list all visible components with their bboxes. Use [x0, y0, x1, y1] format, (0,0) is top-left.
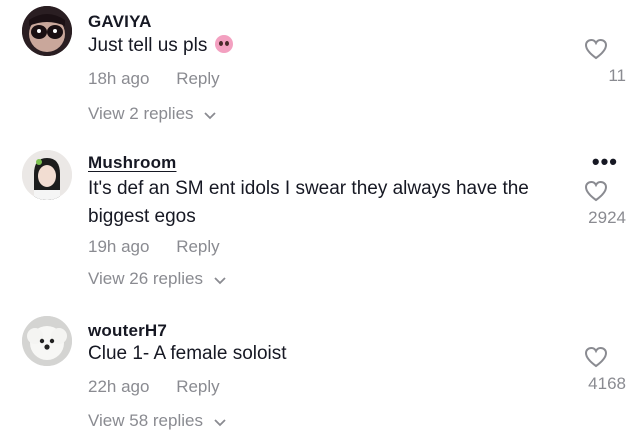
comment-username[interactable]: wouterH7 — [88, 321, 167, 341]
heart-icon — [584, 38, 608, 60]
comment-wouterh7: wouterH7 Clue 1- A female soloist 22h ag… — [0, 300, 640, 430]
comment-username[interactable]: GAVIYA — [88, 12, 152, 32]
reply-button[interactable]: Reply — [176, 377, 219, 396]
like-count: 2924 — [588, 208, 626, 227]
comment-body: It's def an SM ent idols I swear they al… — [88, 178, 529, 227]
comment-meta: 18h ago Reply — [88, 69, 220, 89]
reply-button[interactable]: Reply — [176, 69, 219, 88]
comment-username[interactable]: Mushroom — [88, 153, 176, 173]
chevron-down-icon — [214, 270, 226, 290]
more-options-button[interactable]: ••• — [592, 149, 618, 175]
chevron-down-icon — [204, 105, 216, 125]
comment-timestamp: 22h ago — [88, 377, 150, 396]
avatar[interactable] — [22, 316, 72, 366]
avatar[interactable] — [22, 150, 72, 200]
comment-timestamp: 19h ago — [88, 237, 150, 256]
view-replies-label: View 2 replies — [88, 104, 194, 123]
avatar-image — [22, 150, 72, 200]
view-replies-button[interactable]: View 2 replies — [88, 104, 216, 125]
comment-timestamp: 18h ago — [88, 69, 150, 88]
view-replies-button[interactable]: View 58 replies — [88, 411, 226, 432]
comment-meta: 19h ago Reply — [88, 237, 220, 257]
like-button[interactable]: 11 — [566, 38, 626, 86]
avatar-image — [22, 316, 72, 366]
crying-face-emoji-icon — [214, 35, 233, 53]
like-button[interactable]: 4168 — [566, 346, 626, 394]
comment-body: Clue 1- A female soloist — [88, 343, 287, 364]
reply-button[interactable]: Reply — [176, 237, 219, 256]
like-button[interactable]: 2924 — [566, 180, 626, 228]
avatar[interactable] — [22, 6, 72, 56]
comment-meta: 22h ago Reply — [88, 377, 220, 397]
like-count: 4168 — [588, 374, 626, 393]
view-replies-button[interactable]: View 26 replies — [88, 269, 226, 290]
comment-mushroom: Mushroom ••• It's def an SM ent idols I … — [0, 140, 640, 300]
view-replies-label: View 58 replies — [88, 411, 203, 430]
like-count: 11 — [608, 66, 626, 85]
view-replies-label: View 26 replies — [88, 269, 203, 288]
avatar-image — [22, 6, 72, 56]
comment-text: Just tell us pls — [88, 32, 578, 60]
heart-icon — [584, 180, 608, 202]
heart-icon — [584, 346, 608, 368]
comment-gaviya: GAVIYA Just tell us pls 18h ago Reply Vi… — [0, 0, 640, 140]
chevron-down-icon — [214, 412, 226, 432]
comment-body: Just tell us pls — [88, 35, 208, 56]
